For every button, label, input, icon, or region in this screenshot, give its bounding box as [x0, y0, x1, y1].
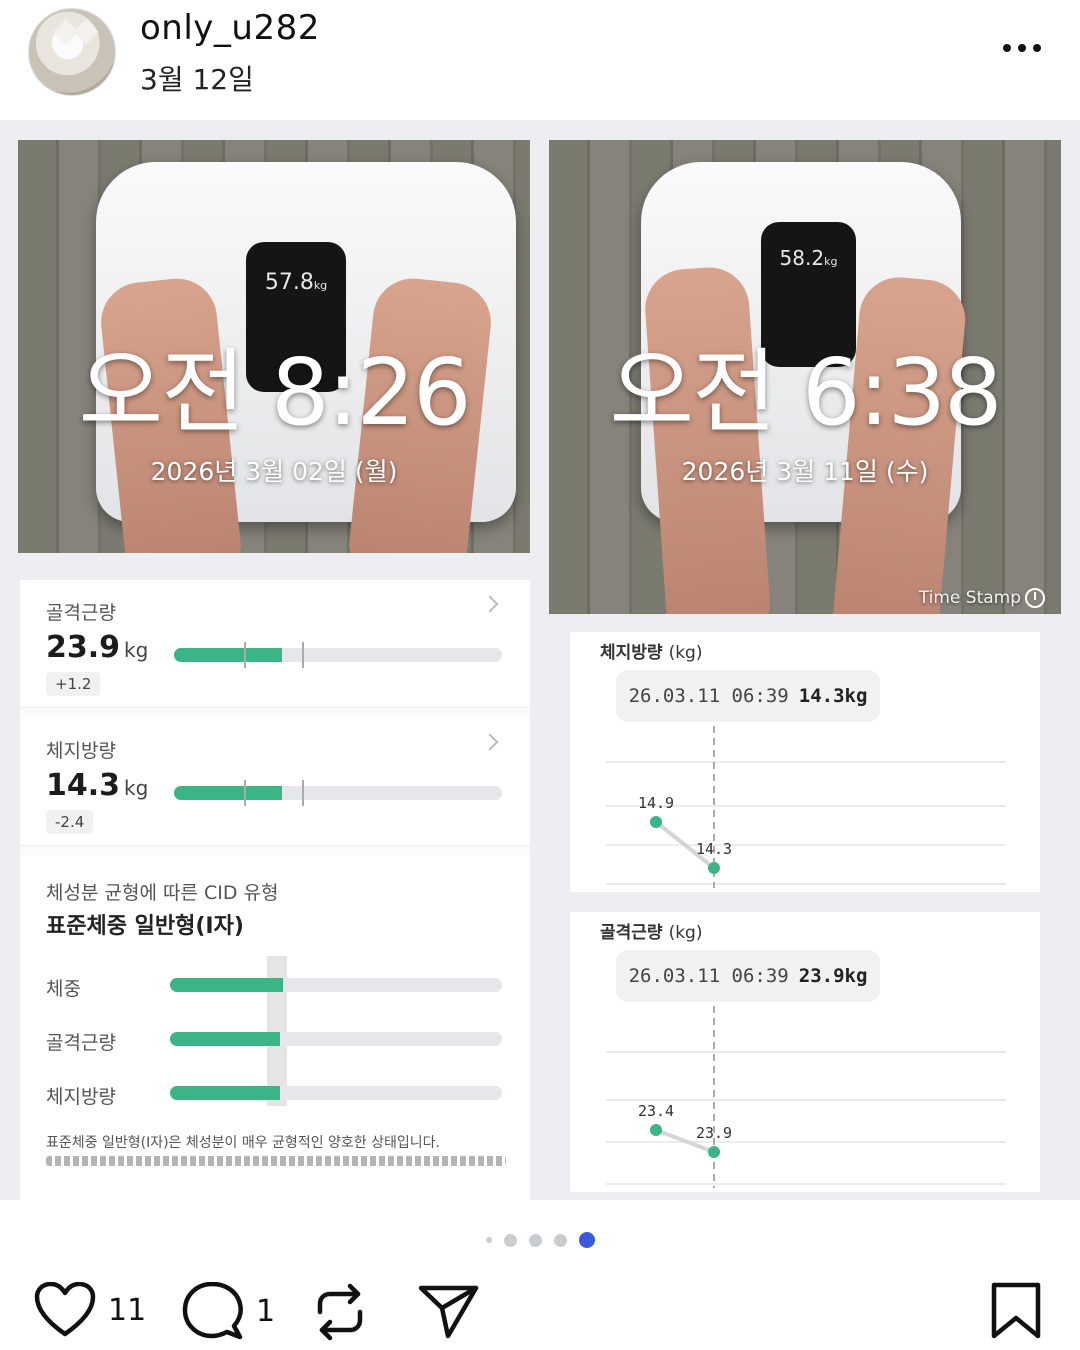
username[interactable]: only_u282 [140, 8, 320, 48]
cid-type-card: 체성분 균형에 따른 CID 유형 표준체중 일반형(I자) 체중 골격근량 체… [20, 856, 530, 1200]
metric-label: 체지방량 [46, 740, 116, 762]
data-point [650, 816, 662, 828]
timestamp-date: 2026년 3월 11일 (수) [681, 457, 929, 486]
cid-type: 표준체중 일반형(I자) [46, 914, 244, 939]
avatar[interactable] [28, 8, 116, 96]
carousel-indicator [0, 1230, 1080, 1250]
fat-mass-graph: 체지방량 (kg) 26.03.11 06:39 14.3kg 14.9 14.3 [570, 632, 1040, 892]
metric-number: 14.3 [46, 768, 121, 803]
cid-bar [170, 1086, 502, 1100]
cid-bar-fill [170, 1086, 280, 1100]
metric-bar-fill [174, 648, 283, 662]
like-count: 11 [108, 1292, 147, 1328]
scale-unit: kg [824, 255, 838, 268]
chevron-right-icon[interactable] [481, 595, 499, 613]
data-point [708, 1146, 720, 1158]
carousel-dot [553, 1233, 567, 1247]
metric-unit: kg [124, 638, 149, 662]
metric-unit: kg [124, 776, 149, 800]
metric-bar [174, 648, 502, 662]
share-button[interactable] [418, 1282, 480, 1340]
dot-icon [1003, 44, 1011, 52]
scale-unit: kg [313, 279, 328, 292]
muscle-mass-graph: 골격근량 (kg) 26.03.11 06:39 23.9kg 23.4 23.9 [570, 912, 1040, 1192]
metric-number: 23.9 [46, 630, 121, 665]
bar-divider [302, 642, 304, 668]
bookmark-icon [991, 1282, 1041, 1339]
comment-count: 1 [256, 1293, 276, 1329]
timestamp-time: 오전 6:38 [609, 339, 1002, 446]
metric-delta: +1.2 [46, 672, 101, 696]
data-label: 23.4 [638, 1102, 674, 1120]
metric-delta: -2.4 [46, 810, 94, 834]
cid-bar-fill [170, 978, 283, 992]
scale-reading: 58.2 [779, 246, 825, 270]
cid-row-label: 체중 [46, 978, 81, 1000]
send-icon [418, 1285, 479, 1339]
metric-card-fat[interactable]: 체지방량 14.3 kg -2.4 [20, 718, 530, 846]
repost-icon [317, 1283, 363, 1341]
metric-card-muscle[interactable]: 골격근량 23.9 kg +1.2 [20, 580, 530, 708]
data-point [708, 862, 720, 874]
bar-divider [302, 780, 304, 806]
cid-title: 체성분 균형에 따른 CID 유형 [46, 882, 279, 904]
chevron-right-icon[interactable] [481, 733, 499, 751]
metric-label: 골격근량 [46, 602, 116, 624]
post-media[interactable]: 57.8kg 오전 8:26 2026년 3월 02일 (월) 58.2kg 오… [0, 120, 1080, 1200]
carousel-dot [503, 1233, 517, 1247]
carousel-dot [528, 1233, 542, 1247]
line-chart: 23.4 23.9 [606, 1006, 1006, 1188]
cid-row-label: 체지방량 [46, 1086, 116, 1108]
bar-divider [244, 642, 246, 668]
post-date: 3월 12일 [140, 63, 254, 96]
dot-icon [1033, 44, 1041, 52]
cid-row-label: 골격근량 [46, 1032, 116, 1054]
avatar-cat-ear [73, 19, 99, 45]
metric-bar-fill [174, 786, 283, 800]
timestamp-date: 2026년 3월 02일 (월) [150, 457, 398, 486]
body-composition-panel: 골격근량 23.9 kg +1.2 체지방량 14.3 kg -2.4 체성분 균형… [20, 580, 530, 1200]
post-header: only_u282 3월 12일 [0, 0, 1080, 118]
data-point [650, 1124, 662, 1136]
timestamp-time: 오전 8:26 [78, 339, 471, 446]
metric-value: 14.3 kg [46, 768, 148, 803]
scale-photo-before: 57.8kg 오전 8:26 2026년 3월 02일 (월) [18, 140, 530, 553]
bar-divider [244, 780, 246, 806]
heart-icon [34, 1282, 96, 1337]
data-label: 14.9 [638, 794, 674, 812]
cid-bar [170, 1032, 502, 1046]
action-bar: 11 1 [0, 1270, 1080, 1350]
carousel-dot-active [578, 1232, 595, 1248]
comment-button[interactable]: 1 [182, 1282, 275, 1340]
data-label: 14.3 [696, 840, 732, 858]
data-label: 23.9 [696, 1124, 732, 1142]
scale-photo-after: 58.2kg 오전 6:38 2026년 3월 11일 (수) Time Sta… [549, 140, 1061, 614]
dot-icon [1018, 44, 1026, 52]
truncated-text [46, 1156, 506, 1166]
cid-description: 표준체중 일반형(I자)은 체성분이 매우 균형적인 양호한 상태입니다. [46, 1135, 440, 1151]
more-options-button[interactable] [992, 30, 1052, 66]
metric-bar [174, 786, 502, 800]
save-button[interactable] [990, 1282, 1042, 1340]
scale-reading: 57.8 [264, 270, 314, 295]
repost-button[interactable] [312, 1282, 368, 1342]
timestamp-watermark: Time Stamp [918, 588, 1021, 608]
metric-value: 23.9 kg [46, 630, 148, 665]
like-button[interactable]: 11 [34, 1282, 146, 1338]
comment-icon [182, 1282, 243, 1340]
line-chart: 14.9 14.3 [606, 726, 1006, 888]
cid-bar [170, 978, 502, 992]
clock-icon [1025, 588, 1045, 608]
cid-bar-fill [170, 1032, 280, 1046]
carousel-dot [485, 1237, 492, 1243]
